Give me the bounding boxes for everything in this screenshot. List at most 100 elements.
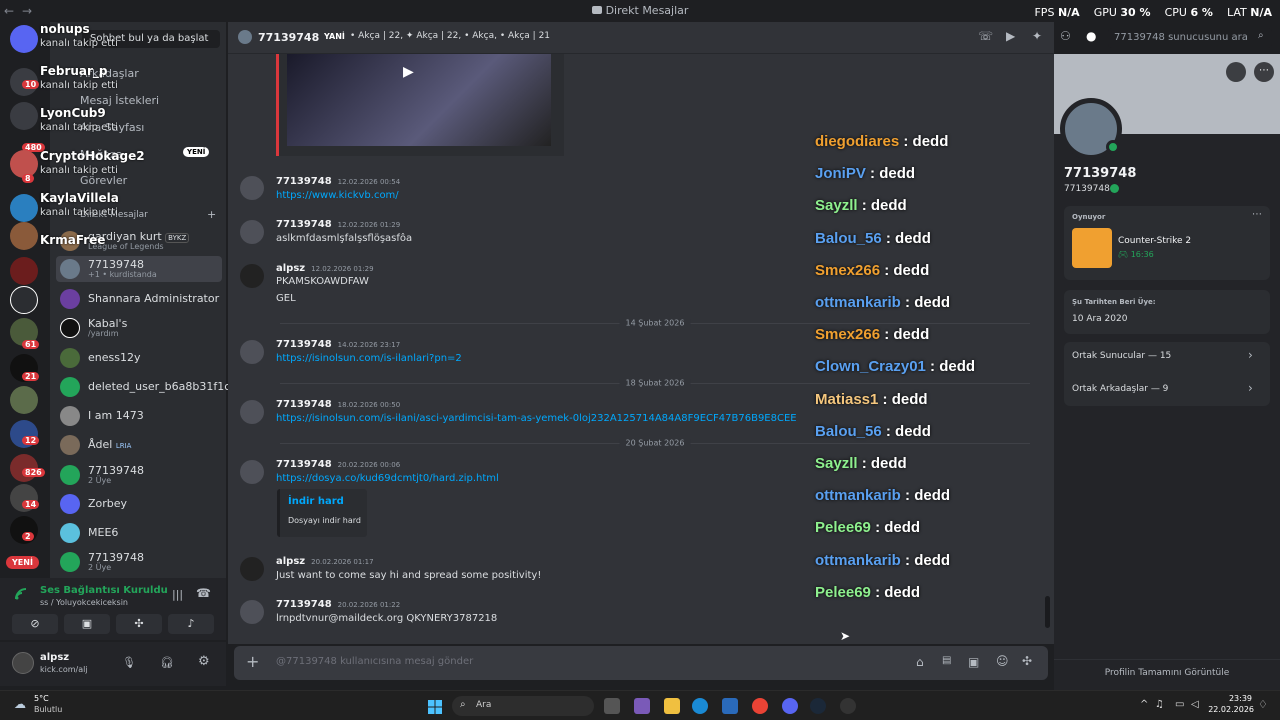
soundboard-button[interactable]: ♪ bbox=[168, 614, 214, 634]
message-author[interactable]: 77139748 20.02.2026 01:22 bbox=[276, 599, 400, 610]
notification-bell-icon[interactable]: ♢ bbox=[1258, 698, 1268, 711]
tray-chevron-icon[interactable]: ^ bbox=[1140, 699, 1148, 710]
emoji-icon[interactable]: ☺ bbox=[996, 654, 1009, 668]
server-icon[interactable] bbox=[10, 194, 38, 222]
noise-suppression-icon[interactable]: ||| bbox=[172, 588, 183, 601]
app-icon[interactable] bbox=[840, 698, 856, 714]
sticker-icon[interactable]: ▣ bbox=[968, 655, 979, 669]
edge-icon[interactable] bbox=[692, 698, 708, 714]
dm-row[interactable]: Ådel LRIA bbox=[56, 432, 222, 458]
file-explorer-icon[interactable] bbox=[664, 698, 680, 714]
dm-row[interactable]: 77139748 2 Üye bbox=[56, 549, 222, 575]
message-author[interactable]: 77139748 12.02.2026 00:54 bbox=[276, 176, 400, 187]
mutual-servers[interactable]: Ortak Sunucular — 15 bbox=[1072, 351, 1171, 361]
chat-scrollbar[interactable] bbox=[1045, 596, 1050, 628]
task-view-icon[interactable] bbox=[604, 698, 620, 714]
message-link[interactable]: https://isinolsun.com/is-ilani/asci-yard… bbox=[276, 413, 797, 424]
gift-icon[interactable]: ⌂ bbox=[916, 655, 924, 669]
mic-icon[interactable]: 🎙︎ bbox=[122, 656, 136, 669]
message-avatar[interactable] bbox=[240, 340, 264, 364]
kill-feed-text: : dedd bbox=[905, 294, 951, 311]
message-author[interactable]: 77139748 18.02.2026 00:50 bbox=[276, 399, 400, 410]
avatar bbox=[60, 289, 80, 309]
message-author[interactable]: 77139748 20.02.2026 00:06 bbox=[276, 459, 400, 470]
dm-row-active[interactable]: 77139748 +1 • kurdistanda bbox=[56, 256, 222, 282]
dm-row[interactable]: Zorbey bbox=[56, 491, 222, 517]
server-badge: 8 bbox=[22, 174, 34, 183]
message-link[interactable]: https://dosya.co/kud69dcmtjt0/hard.zip.h… bbox=[276, 473, 499, 484]
message-author[interactable]: 77139748 14.02.2026 23:17 bbox=[276, 339, 400, 350]
weather-temp[interactable]: 5°C bbox=[34, 694, 49, 703]
gear-icon[interactable]: ⚙ bbox=[198, 654, 210, 669]
channel-name: 77139748 bbox=[258, 31, 320, 44]
channel-avatar bbox=[238, 30, 252, 44]
disconnect-icon[interactable]: ☎ bbox=[196, 586, 211, 600]
chrome-icon[interactable] bbox=[752, 698, 768, 714]
more-options-icon[interactable]: ⋯ bbox=[1254, 62, 1274, 82]
apps-icon[interactable]: ✣ bbox=[1022, 654, 1032, 668]
add-friend-icon[interactable] bbox=[1226, 62, 1246, 82]
new-servers-pill[interactable]: YENİ bbox=[6, 556, 39, 569]
taskbar-search[interactable]: ⌕ Ara bbox=[452, 696, 594, 716]
message-avatar[interactable] bbox=[240, 600, 264, 624]
tray-time[interactable]: 23:39 bbox=[1210, 694, 1252, 703]
dm-row[interactable]: deleted_user_b6a8b31f1c... bbox=[56, 374, 241, 400]
message-author[interactable]: 77139748 12.02.2026 01:29 bbox=[276, 219, 400, 230]
message-link[interactable]: https://isinolsun.com/is-ilanlari?pn=2 bbox=[276, 353, 462, 364]
message-avatar[interactable] bbox=[240, 264, 264, 288]
copilot-icon[interactable] bbox=[634, 698, 650, 714]
message-avatar[interactable] bbox=[240, 557, 264, 581]
mutual-friends[interactable]: Ortak Arkadaşlar — 9 bbox=[1072, 384, 1168, 394]
server-icon[interactable] bbox=[10, 286, 38, 314]
camera-off-button[interactable]: ⊘ bbox=[12, 614, 58, 634]
gif-icon[interactable]: ▤ bbox=[942, 655, 951, 666]
view-full-profile-link[interactable]: Profilin Tamamını Görüntüle bbox=[1054, 668, 1280, 678]
voice-call-icon[interactable]: ☏ bbox=[978, 29, 993, 43]
activity-more-icon[interactable]: ⋯ bbox=[1252, 209, 1262, 220]
kill-feed-entry: Balou_56 : dedd bbox=[815, 230, 931, 247]
server-icon[interactable] bbox=[10, 257, 38, 285]
activities-button[interactable]: ✣ bbox=[116, 614, 162, 634]
date-divider: 20 Şubat 2026 bbox=[280, 438, 1030, 448]
add-dm-button[interactable]: + bbox=[207, 208, 216, 221]
profile-handle: 77139748 bbox=[1064, 184, 1110, 194]
network-icon[interactable]: ▭ bbox=[1175, 699, 1184, 710]
message-avatar[interactable] bbox=[240, 400, 264, 424]
dm-row[interactable]: I am 1473 bbox=[56, 403, 222, 429]
user-avatar[interactable] bbox=[12, 652, 34, 674]
tray-date[interactable]: 22.02.2026 bbox=[1206, 705, 1254, 714]
add-friend-icon[interactable]: ⚇ bbox=[1060, 29, 1071, 43]
message-avatar[interactable] bbox=[240, 460, 264, 484]
pin-icon[interactable]: ✦ bbox=[1032, 29, 1042, 43]
headphones-icon[interactable]: 🎧︎ bbox=[160, 656, 174, 669]
video-thumbnail[interactable] bbox=[287, 54, 551, 146]
message-author[interactable]: alpsz 12.02.2026 01:29 bbox=[276, 263, 374, 274]
server-icon[interactable] bbox=[10, 386, 38, 414]
play-icon[interactable]: ▶ bbox=[403, 64, 414, 80]
search-input[interactable]: 77139748 sunucusunu ara bbox=[1108, 28, 1272, 48]
message-link[interactable]: https://www.kickvb.com/ bbox=[276, 190, 399, 201]
steam-icon[interactable] bbox=[810, 698, 826, 714]
dm-row[interactable]: 77139748 2 Üye bbox=[56, 462, 222, 488]
dm-row[interactable]: eness12y bbox=[56, 345, 222, 371]
dm-row[interactable]: Kabal's /yardım bbox=[56, 315, 222, 341]
volume-icon[interactable]: ◁ bbox=[1191, 699, 1199, 710]
mic-tray-icon[interactable]: ♫ bbox=[1155, 699, 1164, 710]
screen-share-button[interactable]: ▣ bbox=[64, 614, 110, 634]
attach-plus-icon[interactable]: + bbox=[246, 652, 259, 671]
server-icon[interactable] bbox=[10, 102, 38, 130]
user-profile-toggle-icon[interactable]: ● bbox=[1086, 29, 1096, 43]
message-avatar[interactable] bbox=[240, 176, 264, 200]
message-author[interactable]: alpsz 20.02.2026 01:17 bbox=[276, 556, 374, 567]
voice-channel[interactable]: ss / Yoluyokcekiceksin bbox=[40, 598, 128, 607]
dm-row[interactable]: Shannara Administrator bbox=[56, 286, 222, 312]
server-icon[interactable] bbox=[10, 222, 38, 250]
message-input[interactable]: @77139748 kullanıcısına mesaj gönder bbox=[276, 656, 473, 667]
dm-row[interactable]: MEE6 bbox=[56, 520, 222, 546]
message-avatar[interactable] bbox=[240, 220, 264, 244]
embed-title[interactable]: İndir hard bbox=[288, 496, 344, 507]
store-icon[interactable] bbox=[722, 698, 738, 714]
start-icon[interactable] bbox=[428, 699, 442, 714]
video-call-icon[interactable]: ▶ bbox=[1006, 29, 1015, 43]
discord-icon[interactable] bbox=[782, 698, 798, 714]
